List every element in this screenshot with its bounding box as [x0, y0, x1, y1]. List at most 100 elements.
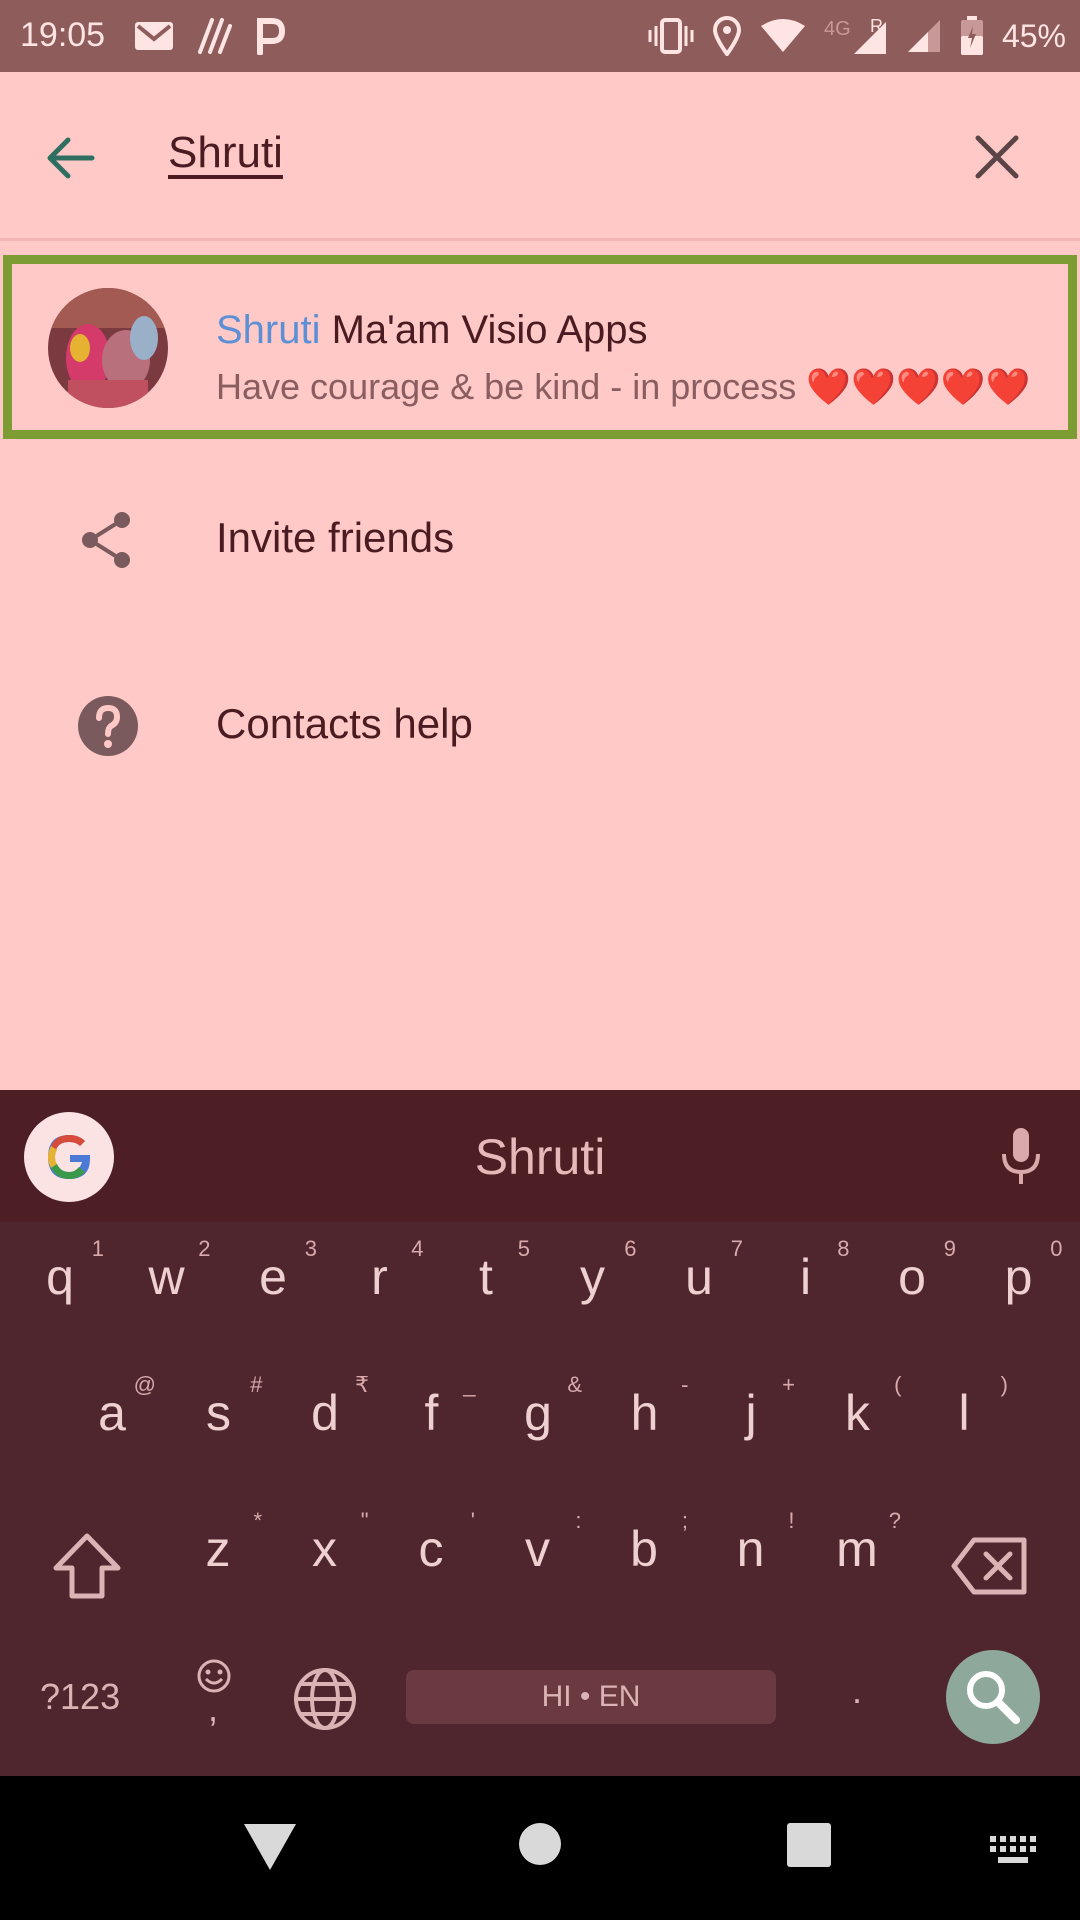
key-alt-char: -	[681, 1372, 689, 1397]
key-r[interactable]: r4	[330, 1220, 430, 1330]
contact-result[interactable]: Shruti Ma'am Visio Apps Have courage & b…	[3, 255, 1077, 439]
recents-nav-icon[interactable]	[786, 1822, 832, 1868]
space-bar[interactable]: HI • EN	[406, 1670, 776, 1724]
keyboard-switch-icon[interactable]	[988, 1834, 1038, 1866]
key-w[interactable]: w2	[117, 1220, 217, 1330]
contact-name: Shruti Ma'am Visio Apps	[216, 308, 648, 353]
key-alt-char: ?	[888, 1508, 901, 1533]
close-icon[interactable]	[970, 130, 1024, 184]
navigation-bar	[0, 1776, 1080, 1920]
share-icon	[82, 512, 130, 568]
home-nav-icon[interactable]	[518, 1822, 562, 1866]
key-alt-char: 9	[943, 1236, 956, 1261]
key-p[interactable]: p0	[969, 1220, 1069, 1330]
globe-icon[interactable]	[292, 1666, 358, 1732]
key-h[interactable]: h-	[595, 1356, 695, 1466]
app-icon	[198, 18, 232, 54]
contact-avatar	[48, 288, 168, 408]
key-d[interactable]: d ₹	[275, 1356, 375, 1466]
key-alt-char: +	[782, 1372, 795, 1397]
key-a[interactable]: a @	[62, 1356, 162, 1466]
key-n[interactable]: n!	[701, 1492, 801, 1602]
key-alt-char: 5	[517, 1236, 530, 1261]
key-c[interactable]: c '	[381, 1492, 481, 1602]
key-t[interactable]: t5	[436, 1220, 536, 1330]
key-alt-char: 7	[730, 1236, 743, 1261]
symbols-key[interactable]: ?123	[40, 1676, 120, 1718]
paytm-icon	[257, 18, 286, 55]
key-z[interactable]: z *	[168, 1492, 268, 1602]
battery-icon	[960, 16, 983, 55]
key-x[interactable]: x "	[275, 1492, 375, 1602]
signal-icon-2	[907, 20, 940, 52]
key-alt-char: 4	[411, 1236, 424, 1261]
status-bar: 19:05 4G R 45%	[0, 0, 1080, 72]
contact-name-rest: Ma'am Visio Apps	[320, 308, 648, 352]
location-icon	[712, 16, 741, 56]
key-char: h	[630, 1385, 659, 1441]
key-alt-char: '	[470, 1508, 475, 1533]
back-arrow-icon[interactable]	[40, 128, 100, 188]
help-icon	[78, 696, 138, 756]
key-k[interactable]: k(	[808, 1356, 908, 1466]
search-input[interactable]: Shruti	[168, 128, 283, 178]
contact-status: Have courage & be kind - in process ❤️❤️…	[216, 366, 1031, 407]
search-header: Shruti	[0, 72, 1080, 240]
shift-icon[interactable]	[50, 1530, 124, 1602]
backspace-icon[interactable]	[950, 1536, 1030, 1596]
back-nav-icon[interactable]	[242, 1822, 298, 1872]
key-char: b	[630, 1521, 658, 1577]
contacts-help-label: Contacts help	[216, 700, 473, 747]
key-o[interactable]: o9	[862, 1220, 962, 1330]
key-v[interactable]: v:	[488, 1492, 588, 1602]
vibrate-icon	[648, 18, 694, 54]
key-alt-char: )	[1000, 1372, 1008, 1397]
key-alt-char: :	[575, 1508, 582, 1533]
key-char: c	[418, 1521, 444, 1577]
key-q[interactable]: q1	[10, 1220, 110, 1330]
comma-key-label: ,	[208, 1688, 219, 1729]
key-alt-char: _	[463, 1372, 476, 1397]
key-alt-char: 8	[837, 1236, 850, 1261]
key-alt-char: 1	[91, 1236, 104, 1261]
battery-percent: 45%	[1001, 17, 1066, 54]
key-char: k	[845, 1385, 870, 1441]
key-alt-char: !	[788, 1508, 795, 1533]
contact-name-highlight: Shruti	[216, 308, 321, 352]
key-l[interactable]: l)	[914, 1356, 1014, 1466]
microphone-icon[interactable]	[996, 1126, 1046, 1186]
contacts-help-row[interactable]: Contacts help	[0, 654, 1080, 794]
key-j[interactable]: j +	[701, 1356, 801, 1466]
invite-friends-row[interactable]: Invite friends	[0, 468, 1080, 608]
key-alt-char: 2	[198, 1236, 211, 1261]
key-char: x	[312, 1521, 337, 1577]
key-y[interactable]: y6	[543, 1220, 643, 1330]
key-alt-char: *	[253, 1508, 262, 1533]
key-alt-char: "	[360, 1508, 369, 1533]
network-type: 4G	[823, 18, 851, 40]
key-alt-char: #	[250, 1372, 263, 1397]
key-e[interactable]: e3	[223, 1220, 323, 1330]
key-m[interactable]: m?	[807, 1492, 907, 1602]
period-key[interactable]: .	[852, 1670, 862, 1712]
key-i[interactable]: i8	[756, 1220, 856, 1330]
key-f[interactable]: f _	[382, 1356, 482, 1466]
key-u[interactable]: u7	[649, 1220, 749, 1330]
key-s[interactable]: s #	[169, 1356, 269, 1466]
invite-friends-label: Invite friends	[216, 514, 455, 561]
keyboard: Shruti q1w2e3r4t5y6u7i8o9p0 a @ s # d ₹ f _ g & h -…	[0, 1090, 1080, 1776]
key-alt-char: 3	[304, 1236, 317, 1261]
suggestion-word[interactable]: Shruti	[0, 1128, 1080, 1186]
signal-icon	[853, 22, 886, 54]
key-alt-char: ;	[681, 1508, 688, 1533]
key-alt-char: 6	[624, 1236, 637, 1261]
key-alt-char: ₹	[355, 1372, 369, 1397]
key-alt-char: @	[133, 1372, 156, 1397]
emoji-comma-key[interactable]: ,	[196, 1658, 240, 1738]
key-char: v	[525, 1521, 550, 1577]
key-b[interactable]: b;	[594, 1492, 694, 1602]
key-g[interactable]: g &	[488, 1356, 588, 1466]
search-key[interactable]	[946, 1650, 1040, 1744]
suggestion-bar: Shruti	[0, 1090, 1080, 1222]
search-icon	[967, 1671, 1020, 1724]
